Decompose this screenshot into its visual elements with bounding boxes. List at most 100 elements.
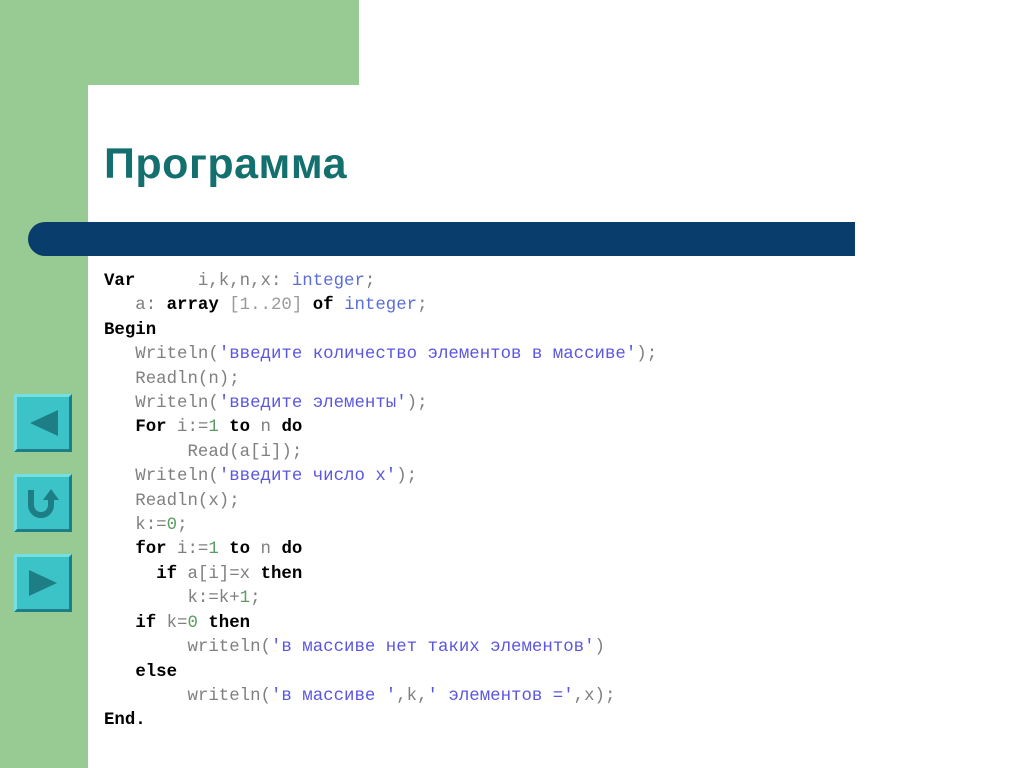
- code-token: Read(a[i]);: [104, 442, 303, 462]
- forward-arrow-icon: [26, 568, 60, 598]
- code-line: End.: [104, 709, 984, 733]
- code-token: else: [135, 662, 178, 682]
- code-token: Var: [104, 272, 136, 291]
- code-token: array: [166, 296, 219, 316]
- code-token: writeln(: [104, 686, 271, 706]
- code-token: of: [312, 296, 334, 316]
- code-token: k:=: [104, 516, 167, 536]
- code-token: k:=k+: [104, 589, 240, 609]
- code-token: then: [208, 613, 251, 633]
- code-token: 0: [166, 516, 178, 536]
- code-line: Writeln('введите элементы');: [104, 392, 984, 416]
- code-token: Readln(x);: [104, 491, 240, 511]
- code-token: 'введите число x': [218, 467, 397, 487]
- code-token: k=: [156, 613, 188, 633]
- code-token: [1..20]: [229, 296, 303, 316]
- code-line: for i:=1 to n do: [104, 538, 984, 562]
- nav-forward-button[interactable]: [14, 554, 72, 612]
- code-token: Writeln(: [104, 394, 219, 414]
- code-token: ;: [417, 296, 428, 316]
- code-line: Begin: [104, 319, 984, 343]
- code-token: n: [250, 540, 282, 560]
- code-token: do: [281, 418, 303, 438]
- code-token: ,k,: [396, 686, 428, 706]
- code-token: 0: [187, 613, 198, 633]
- nav-return-button[interactable]: [14, 474, 72, 532]
- code-token: 'в массиве нет таких элементов': [270, 638, 595, 658]
- code-token: ,x);: [573, 686, 616, 706]
- code-token: a[i]=x: [177, 564, 261, 584]
- code-token: integer: [291, 272, 365, 291]
- code-token: Readln(n);: [104, 369, 240, 389]
- code-token: 1: [208, 540, 219, 560]
- nav-back-button[interactable]: [14, 394, 72, 452]
- code-line: if k=0 then: [104, 612, 984, 636]
- code-token: End.: [104, 711, 146, 731]
- green-top-band: [0, 0, 359, 85]
- slide: Программа Var i,k,n,x: integer; a: array…: [0, 0, 1024, 768]
- code-token: for: [135, 540, 167, 560]
- code-token: i:=: [166, 418, 209, 438]
- code-token: ;: [177, 516, 188, 536]
- return-arrow-icon: [26, 487, 60, 519]
- code-token: ;: [250, 589, 261, 609]
- code-token: );: [406, 394, 428, 414]
- page-title: Программа: [104, 140, 347, 188]
- code-token: 1: [239, 589, 251, 609]
- code-token: 'введите количество элементов в массиве': [218, 345, 637, 365]
- code-line: if a[i]=x then: [104, 563, 984, 587]
- code-token: i,k,n,x:: [135, 272, 292, 291]
- code-token: 1: [208, 418, 219, 438]
- code-token: if: [156, 564, 178, 584]
- code-line: k:=k+1;: [104, 587, 984, 611]
- code-token: to: [229, 418, 251, 438]
- code-token: For: [135, 418, 167, 438]
- green-left-band: [0, 0, 88, 768]
- code-token: writeln(: [104, 638, 271, 658]
- code-token: a:: [104, 296, 167, 316]
- code-token: ;: [364, 272, 376, 291]
- code-token: do: [281, 540, 303, 560]
- code-token: then: [260, 564, 303, 584]
- code-token: Writeln(: [104, 345, 219, 365]
- code-token: 'введите элементы': [218, 394, 407, 414]
- code-token: i:=: [166, 540, 209, 560]
- code-line: else: [104, 661, 984, 685]
- code-line: Readln(x);: [104, 490, 984, 514]
- code-line: a: array [1..20] of integer;: [104, 294, 984, 318]
- code-token: 'в массиве ': [270, 686, 397, 706]
- code-token: n: [250, 418, 282, 438]
- code-line: Writeln('введите количество элементов в …: [104, 343, 984, 367]
- code-line: Read(a[i]);: [104, 441, 984, 465]
- code-line: writeln('в массиве ',k,' элементов =',x)…: [104, 685, 984, 709]
- code-token: ): [594, 638, 605, 658]
- code-token: );: [396, 467, 418, 487]
- code-line: Readln(n);: [104, 368, 984, 392]
- code-token: );: [636, 345, 658, 365]
- back-arrow-icon: [26, 408, 60, 438]
- code-line: Writeln('введите число x');: [104, 465, 984, 489]
- title-divider-bar: [28, 222, 855, 256]
- code-line: writeln('в массиве нет таких элементов'): [104, 636, 984, 660]
- code-token: integer: [344, 296, 418, 316]
- code-line: For i:=1 to n do: [104, 416, 984, 440]
- code-line: k:=0;: [104, 514, 984, 538]
- code-token: if: [135, 613, 157, 633]
- code-token: Writeln(: [104, 467, 219, 487]
- pascal-code-block: Var i,k,n,x: integer; a: array [1..20] o…: [104, 270, 984, 734]
- code-token: to: [229, 540, 251, 560]
- code-token: ' элементов =': [427, 686, 574, 706]
- code-token: Begin: [104, 320, 157, 340]
- code-line: Var i,k,n,x: integer;: [104, 270, 984, 294]
